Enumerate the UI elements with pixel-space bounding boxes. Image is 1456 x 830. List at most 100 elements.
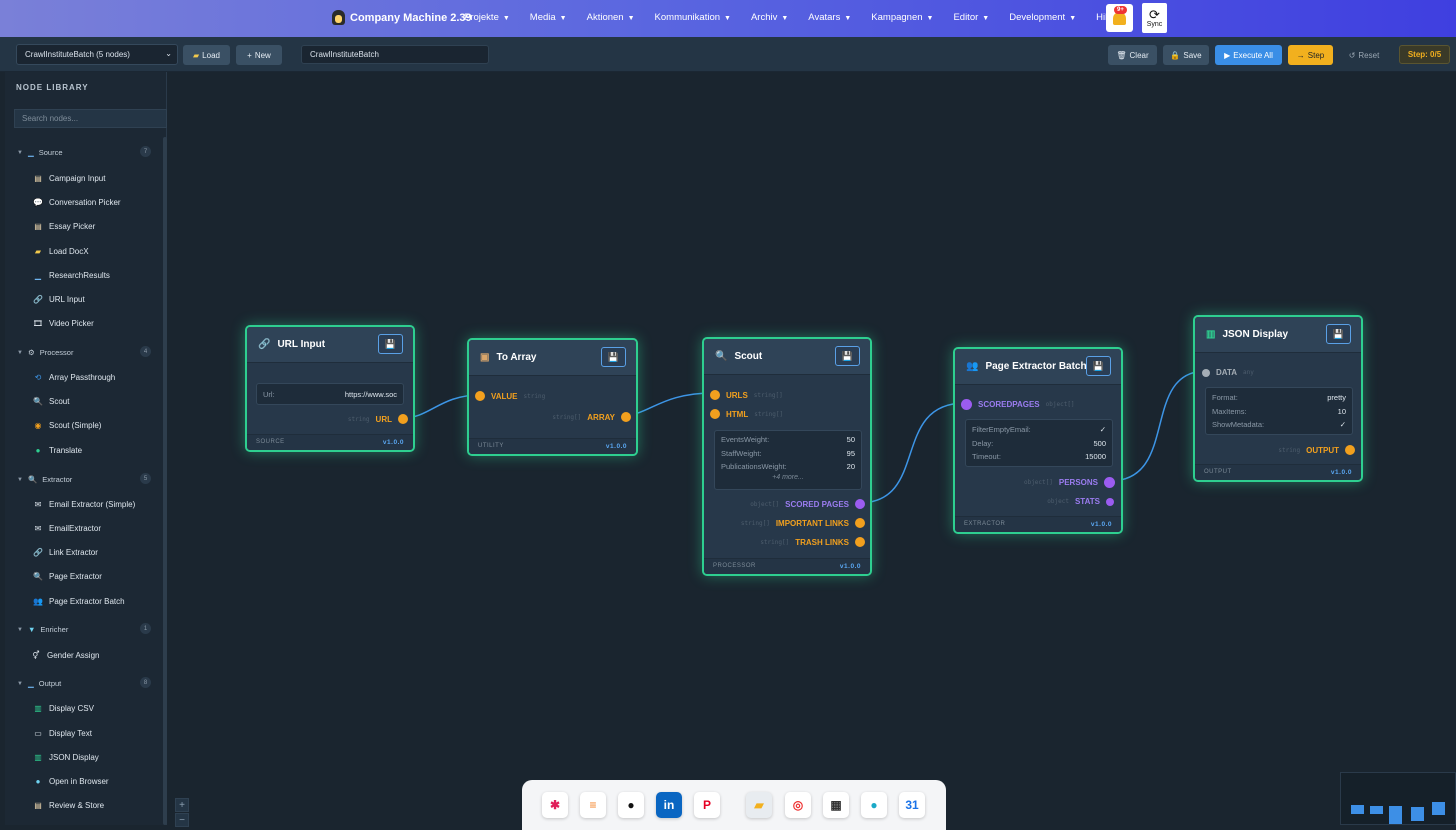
more-params-link[interactable]: +4 more...: [715, 474, 861, 481]
port-dot[interactable]: [710, 409, 720, 419]
param-row: Delay: 500: [966, 437, 1112, 451]
port-label: IMPORTANT LINKS: [775, 518, 849, 528]
port-dot[interactable]: [475, 391, 485, 401]
param-key: PublicationsWeight:: [721, 462, 787, 472]
input-port-urls[interactable]: URLS string[]: [710, 390, 783, 400]
app-icon[interactable]: ◎: [785, 792, 811, 818]
port-label: VALUE: [491, 391, 518, 401]
port-dot[interactable]: [961, 399, 972, 410]
node-version: v1.0.0: [605, 443, 627, 450]
port-dot[interactable]: [621, 412, 631, 422]
output-port-important-links[interactable]: string[] IMPORTANT LINKS: [741, 518, 865, 528]
param-value: 95: [846, 448, 855, 458]
node-version: v1.0.0: [1330, 469, 1352, 476]
port-dot[interactable]: [710, 390, 720, 400]
port-type: object[]: [1045, 401, 1075, 408]
input-port-data[interactable]: DATA any: [1202, 368, 1254, 377]
input-port-html[interactable]: HTML string[]: [710, 409, 783, 419]
port-dot[interactable]: [1106, 497, 1114, 506]
node-save-button[interactable]: 💾: [1086, 356, 1111, 376]
port-type: string[]: [552, 413, 582, 421]
url-field-value: https://www.soc: [344, 389, 397, 399]
github-icon[interactable]: ●: [618, 792, 644, 818]
circle-icon[interactable]: ●: [861, 792, 887, 818]
node-category: SOURCE: [256, 439, 285, 445]
output-port-output[interactable]: string OUTPUT: [1278, 445, 1355, 455]
node-header[interactable]: ▥ JSON Display 💾: [1195, 317, 1361, 353]
pinterest-icon[interactable]: P: [694, 792, 720, 818]
port-type: object: [1047, 498, 1069, 505]
port-type: any: [1243, 369, 1254, 376]
port-dot[interactable]: [855, 518, 865, 528]
node-header[interactable]: 🔗 URL Input 💾: [247, 327, 413, 363]
wire-persons-to-data: [1109, 370, 1207, 482]
output-port-stats[interactable]: object STATS: [1047, 497, 1114, 506]
node-page-extractor-batch[interactable]: 👥 Page Extractor Batch 💾 SCOREDPAGES obj…: [953, 347, 1123, 534]
output-port-url[interactable]: string URL: [348, 414, 408, 424]
node-footer: OUTPUT v1.0.0: [1195, 464, 1361, 480]
extractor-params-panel[interactable]: FilterEmptyEmail: ✓ Delay: 500 Timeout: 150…: [965, 419, 1113, 467]
calendar-icon[interactable]: 31: [899, 792, 925, 818]
node-footer: UTILITY v1.0.0: [469, 438, 636, 454]
json-params-panel[interactable]: Format: pretty MaxItems: 10 ShowMetadata: ✓: [1205, 387, 1353, 435]
folder-icon[interactable]: ▰: [746, 792, 772, 818]
bookmark-icon[interactable]: ≡: [580, 792, 606, 818]
wire-array-to-urls: [624, 392, 715, 416]
param-key: EventsWeight:: [721, 435, 770, 445]
param-row: FilterEmptyEmail: ✓: [966, 423, 1112, 437]
param-row: PublicationsWeight: 20: [715, 460, 861, 474]
output-port-persons[interactable]: object[] PERSONS: [1024, 477, 1115, 488]
param-key: MaxItems:: [1212, 406, 1247, 416]
node-category: PROCESSOR: [713, 563, 756, 569]
canvas-minimap[interactable]: [1340, 772, 1456, 825]
slack-icon[interactable]: ✱: [542, 792, 568, 818]
node-json-display[interactable]: ▥ JSON Display 💾 DATA any Format: pretty …: [1193, 315, 1363, 482]
port-dot[interactable]: [855, 499, 865, 509]
port-dot[interactable]: [398, 414, 408, 424]
node-scout[interactable]: 🔍 Scout 💾 URLS string[] HTML string[] Ev…: [702, 337, 872, 576]
port-dot[interactable]: [1104, 477, 1115, 488]
node-to-array[interactable]: ▣ To Array 💾 VALUE string string[] ARRAY…: [467, 338, 638, 456]
param-value: 10: [1337, 406, 1346, 416]
param-value: pretty: [1327, 393, 1346, 403]
node-header[interactable]: 👥 Page Extractor Batch 💾: [955, 349, 1121, 385]
minimap-node: [1370, 806, 1383, 814]
node-save-button[interactable]: 💾: [1326, 324, 1351, 344]
url-field[interactable]: Url: https://www.soc: [256, 383, 404, 405]
param-key: StaffWeight:: [721, 448, 762, 458]
scout-params-panel[interactable]: EventsWeight: 50 StaffWeight: 95 Publicati…: [714, 430, 862, 490]
port-dot[interactable]: [855, 537, 865, 547]
node-version: v1.0.0: [839, 563, 861, 570]
param-row: MaxItems: 10: [1206, 405, 1352, 419]
port-type: object[]: [750, 500, 780, 508]
node-save-button[interactable]: 💾: [835, 346, 860, 366]
node-title: Page Extractor Batch: [985, 361, 1087, 372]
grid-icon[interactable]: ▦: [823, 792, 849, 818]
output-port-array[interactable]: string[] ARRAY: [552, 412, 631, 422]
node-header[interactable]: ▣ To Array 💾: [469, 340, 636, 376]
port-type: string: [523, 392, 546, 400]
param-key: Delay:: [972, 438, 994, 448]
output-port-trash-links[interactable]: string[] TRASH LINKS: [760, 537, 865, 547]
param-row: ShowMetadata: ✓: [1206, 418, 1352, 432]
input-port-value[interactable]: VALUE string: [475, 391, 545, 401]
param-row: StaffWeight: 95: [715, 447, 861, 461]
node-category: UTILITY: [478, 443, 504, 449]
floppy-icon: 💾: [1092, 360, 1105, 371]
node-save-button[interactable]: 💾: [601, 347, 626, 367]
output-port-scored-pages[interactable]: object[] SCORED PAGES: [750, 499, 865, 509]
linkedin-icon[interactable]: in: [656, 792, 682, 818]
link-icon: 🔗: [258, 339, 271, 350]
param-key: Format:: [1212, 393, 1238, 403]
minimap-node: [1411, 807, 1424, 821]
node-save-button[interactable]: 💾: [378, 334, 403, 354]
node-url-input[interactable]: 🔗 URL Input 💾 Url: https://www.soc strin…: [245, 325, 415, 452]
node-title: To Array: [496, 352, 537, 363]
input-port-scoredpages[interactable]: SCOREDPAGES object[]: [961, 399, 1075, 410]
node-header[interactable]: 🔍 Scout 💾: [704, 339, 870, 375]
node-category: EXTRACTOR: [964, 521, 1006, 527]
port-dot[interactable]: [1345, 445, 1355, 455]
port-dot[interactable]: [1202, 368, 1210, 377]
node-version: v1.0.0: [382, 439, 404, 446]
port-type: string: [347, 415, 370, 423]
